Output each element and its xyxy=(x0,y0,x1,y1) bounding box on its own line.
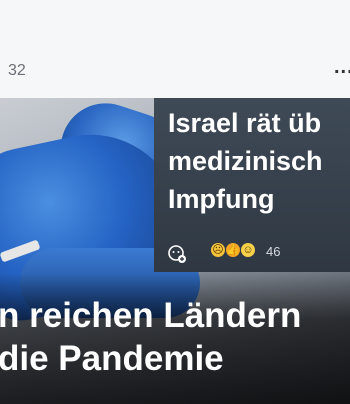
more-options-button[interactable]: ... xyxy=(334,56,350,79)
related-article-card[interactable]: Israel rät üb medizinisch Impfung ☹ 👍 ☺ … xyxy=(154,98,350,272)
reaction-count: 46 xyxy=(266,244,281,259)
comment-add-icon[interactable] xyxy=(167,244,187,264)
comment-count: 32 xyxy=(8,62,26,79)
article-title[interactable]: n reichen Ländern die Pandemie xyxy=(0,294,350,380)
previous-post-card: 32 ... xyxy=(0,0,350,98)
related-article-title[interactable]: Israel rät üb medizinisch Impfung xyxy=(168,104,350,218)
thumbs-up-icon: 👍 xyxy=(226,243,240,257)
emoji-thinking-icon: ☺ xyxy=(241,243,255,257)
emoji-face-icon: ☹ xyxy=(211,243,225,257)
reaction-icons[interactable]: ☹ 👍 ☺ xyxy=(211,243,255,261)
